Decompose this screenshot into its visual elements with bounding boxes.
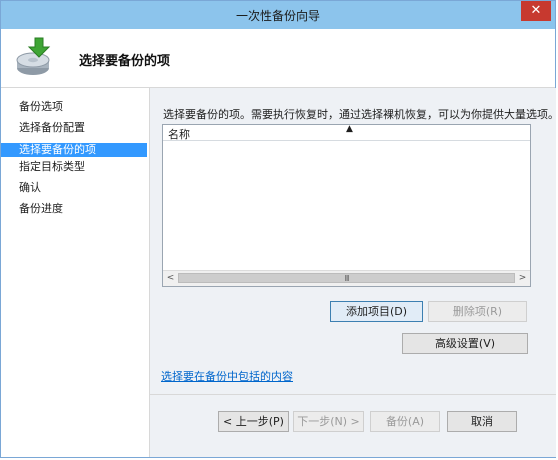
include-content-link[interactable]: 选择要在备份中包括的内容 (161, 368, 293, 384)
main-content: 选择要备份的项。需要执行恢复时，通过选择裸机恢复，可以为你提供大量选项。 名称 … (150, 88, 558, 457)
close-button[interactable]: ✕ (521, 1, 551, 21)
column-header-name[interactable]: 名称 (168, 126, 190, 142)
backup-button[interactable]: 备份(A) (370, 411, 440, 432)
cancel-button[interactable]: 取消 (447, 411, 517, 432)
window-title: 一次性备份向导 (235, 9, 320, 23)
nav-step-select-config[interactable]: 选择备份配置 (1, 121, 147, 135)
scroll-left-icon[interactable]: < (163, 271, 178, 286)
remove-item-button[interactable]: 删除项(R) (428, 301, 527, 322)
horizontal-scrollbar[interactable]: < III > (163, 270, 530, 286)
nav-step-progress[interactable]: 备份进度 (1, 202, 147, 216)
back-button[interactable]: < 上一步(P) (218, 411, 289, 432)
backup-drive-icon (16, 37, 51, 75)
items-list[interactable]: 名称 ▲ < III > (162, 124, 531, 287)
next-button[interactable]: 下一步(N) > (293, 411, 364, 432)
add-item-button[interactable]: 添加项目(D) (330, 301, 423, 322)
nav-step-backup-options[interactable]: 备份选项 (1, 100, 147, 114)
footer-divider (150, 394, 556, 395)
sort-ascending-icon: ▲ (346, 124, 353, 134)
scroll-right-icon[interactable]: > (515, 271, 530, 286)
nav-step-confirm[interactable]: 确认 (1, 181, 147, 195)
advanced-settings-button[interactable]: 高级设置(V) (402, 333, 528, 354)
title-bar[interactable]: 一次性备份向导 ✕ (1, 1, 555, 29)
close-icon: ✕ (530, 3, 542, 18)
scrollbar-thumb[interactable]: III (178, 273, 515, 283)
description-text: 选择要备份的项。需要执行恢复时，通过选择裸机恢复，可以为你提供大量选项。 (163, 108, 558, 121)
wizard-header: 选择要备份的项 (1, 29, 555, 87)
scroll-grip-icon: III (344, 274, 349, 283)
nav-step-destination-type[interactable]: 指定目标类型 (1, 160, 147, 174)
list-header[interactable]: 名称 ▲ (163, 124, 530, 142)
wizard-steps-nav: 备份选项 选择备份配置 选择要备份的项 指定目标类型 确认 备份进度 (1, 88, 149, 457)
page-title: 选择要备份的项 (79, 54, 171, 69)
nav-step-select-items[interactable]: 选择要备份的项 (1, 143, 147, 157)
wizard-window: 一次性备份向导 ✕ 选择要备份的项 备份选项 选择备份配置 选择要备份的项 指定… (0, 0, 558, 458)
